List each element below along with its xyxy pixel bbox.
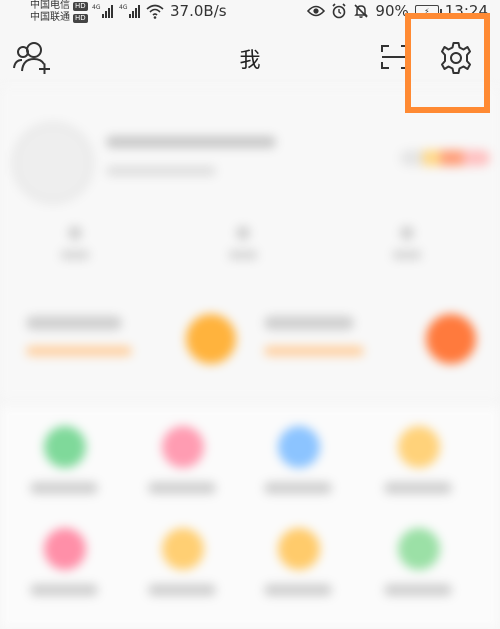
app-bar: 我 (0, 24, 500, 88)
status-bar: 中国电信 HD 中国联通 HD 4G 4G 37.0B/s 90% ⚡ 13:2… (0, 0, 500, 24)
grid-item[interactable] (258, 416, 338, 506)
hd-badge: HD (73, 13, 88, 23)
alarm-icon (332, 3, 346, 19)
username-placeholder (106, 136, 276, 148)
network-speed: 37.0B/s (170, 2, 227, 20)
grid-item[interactable] (258, 518, 338, 608)
stat-item[interactable] (60, 226, 90, 266)
hd-badge: HD (73, 1, 88, 11)
signal-icon: 4G (92, 4, 114, 18)
stat-item[interactable] (228, 226, 258, 266)
feature-grid (0, 406, 500, 629)
network-type-label: 4G (119, 4, 128, 11)
eye-icon (307, 5, 326, 17)
carrier-2-label: 中国联通 (30, 12, 70, 23)
profile-section (0, 88, 500, 398)
profile-subtitle-placeholder (106, 166, 216, 176)
carrier-1: 中国电信 HD (30, 0, 88, 12)
grid-item[interactable] (378, 416, 458, 506)
blurred-content (0, 88, 500, 629)
page-title: 我 (239, 48, 261, 72)
grid-item[interactable] (24, 416, 104, 506)
card-icon[interactable] (426, 314, 476, 364)
status-right: 90% ⚡ 13:24 (307, 2, 488, 20)
membership-badge[interactable] (400, 150, 490, 166)
carrier-1-label: 中国电信 (30, 0, 70, 11)
card-title-placeholder (264, 316, 354, 330)
grid-item[interactable] (378, 518, 458, 608)
settings-button[interactable] (438, 40, 474, 76)
grid-item[interactable] (142, 416, 222, 506)
clock: 13:24 (444, 2, 488, 20)
card-subtitle-placeholder (26, 346, 132, 356)
card-title-placeholder (26, 316, 122, 330)
carrier-2: 中国联通 HD (30, 12, 88, 24)
grid-item[interactable] (142, 518, 222, 608)
scan-button[interactable] (380, 44, 410, 70)
signal-icon: 4G (119, 4, 141, 18)
mute-bell-icon (354, 4, 369, 18)
battery-percent: 90% (375, 2, 409, 20)
carrier-info: 中国电信 HD 中国联通 HD (30, 0, 88, 24)
grid-item[interactable] (24, 518, 104, 608)
avatar[interactable] (12, 122, 94, 204)
card-icon[interactable] (186, 314, 236, 364)
network-type-label: 4G (92, 4, 101, 11)
stat-item[interactable] (392, 226, 422, 266)
card-subtitle-placeholder (264, 346, 364, 356)
battery-icon: ⚡ (414, 5, 442, 17)
wifi-icon (146, 4, 164, 19)
